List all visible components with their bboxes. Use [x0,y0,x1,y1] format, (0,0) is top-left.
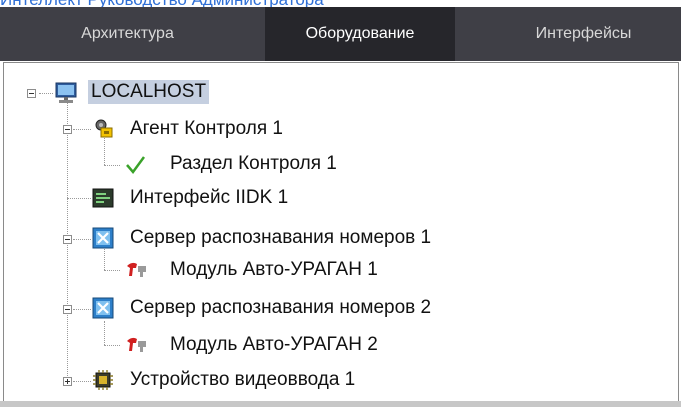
expand-video-device-button[interactable] [63,377,72,386]
tree-item-auto-uragan-1[interactable]: Модуль Авто-УРАГАН 1 [170,258,378,282]
tree-item-recognition-server-1[interactable]: Сервер распознавания номеров 1 [130,226,431,250]
tree-connector [104,135,105,165]
tab-architecture[interactable]: Архитектура [0,7,255,61]
tree-connector [104,321,105,345]
tree-item-control-agent[interactable]: Агент Контроля 1 [130,117,283,141]
auto-uragan-icon [124,259,148,281]
tree-connector [104,246,105,270]
tree-connector [39,93,53,94]
tree-item-iidk-interface[interactable]: Интерфейс IIDK 1 [130,186,288,210]
tree-connector [104,165,120,166]
collapse-localhost-button[interactable] [27,89,36,98]
recognition-server-icon [92,297,114,319]
tree-item-localhost[interactable]: LOCALHOST [88,80,210,104]
tab-hardware[interactable]: Оборудование [265,7,455,61]
bottom-divider [0,401,681,407]
tree-connector [104,345,120,346]
tree-connector [104,270,120,271]
collapse-server2-button[interactable] [63,305,72,314]
control-agent-icon [92,117,114,139]
collapse-server1-button[interactable] [63,235,72,244]
tree-connector [73,129,91,130]
computer-icon [54,82,78,104]
video-capture-chip-icon [92,369,114,391]
tree-item-video-capture-device[interactable]: Устройство видеоввода 1 [130,368,355,392]
tree-item-control-section[interactable]: Раздел Контроля 1 [170,152,337,176]
auto-uragan-icon [124,334,148,356]
recognition-server-icon [92,227,114,249]
tab-interfaces[interactable]: Интерфейсы [486,7,681,61]
tree-connector [67,198,91,199]
tree-item-recognition-server-2[interactable]: Сервер распознавания номеров 2 [130,296,431,320]
tree-connector [73,309,91,310]
tree-item-auto-uragan-2[interactable]: Модуль Авто-УРАГАН 2 [170,333,378,357]
terminal-icon [92,187,114,209]
checkmark-icon [124,154,146,176]
tree-connector [73,239,91,240]
collapse-agent-button[interactable] [63,125,72,134]
tab-bar: Архитектура Оборудование Интерфейсы [0,7,681,61]
tree-connector [73,381,91,382]
